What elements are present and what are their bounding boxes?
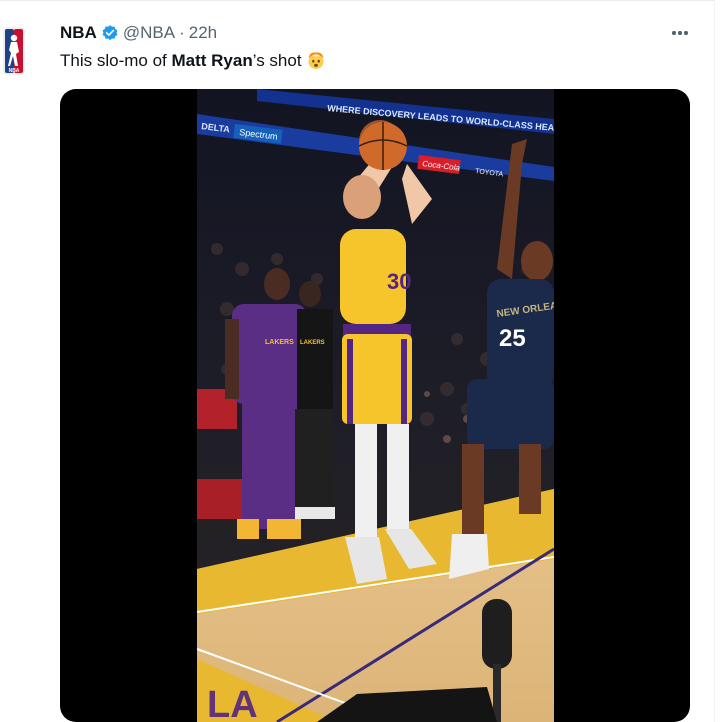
bench-player-shirt-text: LAKERS: [300, 340, 325, 346]
top-divider: [0, 0, 714, 1]
microphone-icon: [482, 599, 512, 669]
mentioned-player: Matt Ryan: [171, 51, 253, 70]
more-options-button[interactable]: [667, 22, 693, 44]
bench-shirt-text: LAKERS: [265, 339, 294, 346]
column-border: [714, 0, 715, 722]
defender-number: 25: [499, 325, 526, 352]
tweet-text: This slo-mo of Matt Ryan’s shot: [60, 50, 326, 71]
tweet-text-suffix: ’s shot: [252, 51, 302, 70]
more-dot-icon: [684, 31, 688, 35]
svg-text:NBA: NBA: [9, 68, 20, 74]
tweet-header: NBA @NBA · 22h: [60, 22, 217, 44]
nba-logo-icon: NBA: [3, 27, 25, 75]
video-player[interactable]: WHERE DISCOVERY LEADS TO WORLD-CLASS HEA…: [197, 89, 554, 722]
avatar[interactable]: NBA: [0, 26, 30, 76]
shooter-number: 30: [387, 269, 411, 294]
separator-dot: ·: [179, 23, 185, 42]
more-dot-icon: [672, 31, 676, 35]
video-frame: WHERE DISCOVERY LEADS TO WORLD-CLASS HEA…: [197, 89, 554, 722]
author-handle[interactable]: @NBA: [123, 23, 175, 43]
svg-text:LA: LA: [207, 684, 258, 722]
media-container[interactable]: WHERE DISCOVERY LEADS TO WORLD-CLASS HEA…: [60, 89, 690, 722]
bench-staff: LAKERS: [295, 281, 335, 519]
author-name[interactable]: NBA: [60, 23, 97, 43]
more-dot-icon: [678, 31, 682, 35]
exploding-head-emoji-icon: [306, 50, 326, 70]
verified-badge-icon: [101, 24, 119, 42]
tweet-timestamp[interactable]: 22h: [189, 23, 217, 43]
tweet-text-prefix: This slo-mo of: [60, 51, 172, 70]
